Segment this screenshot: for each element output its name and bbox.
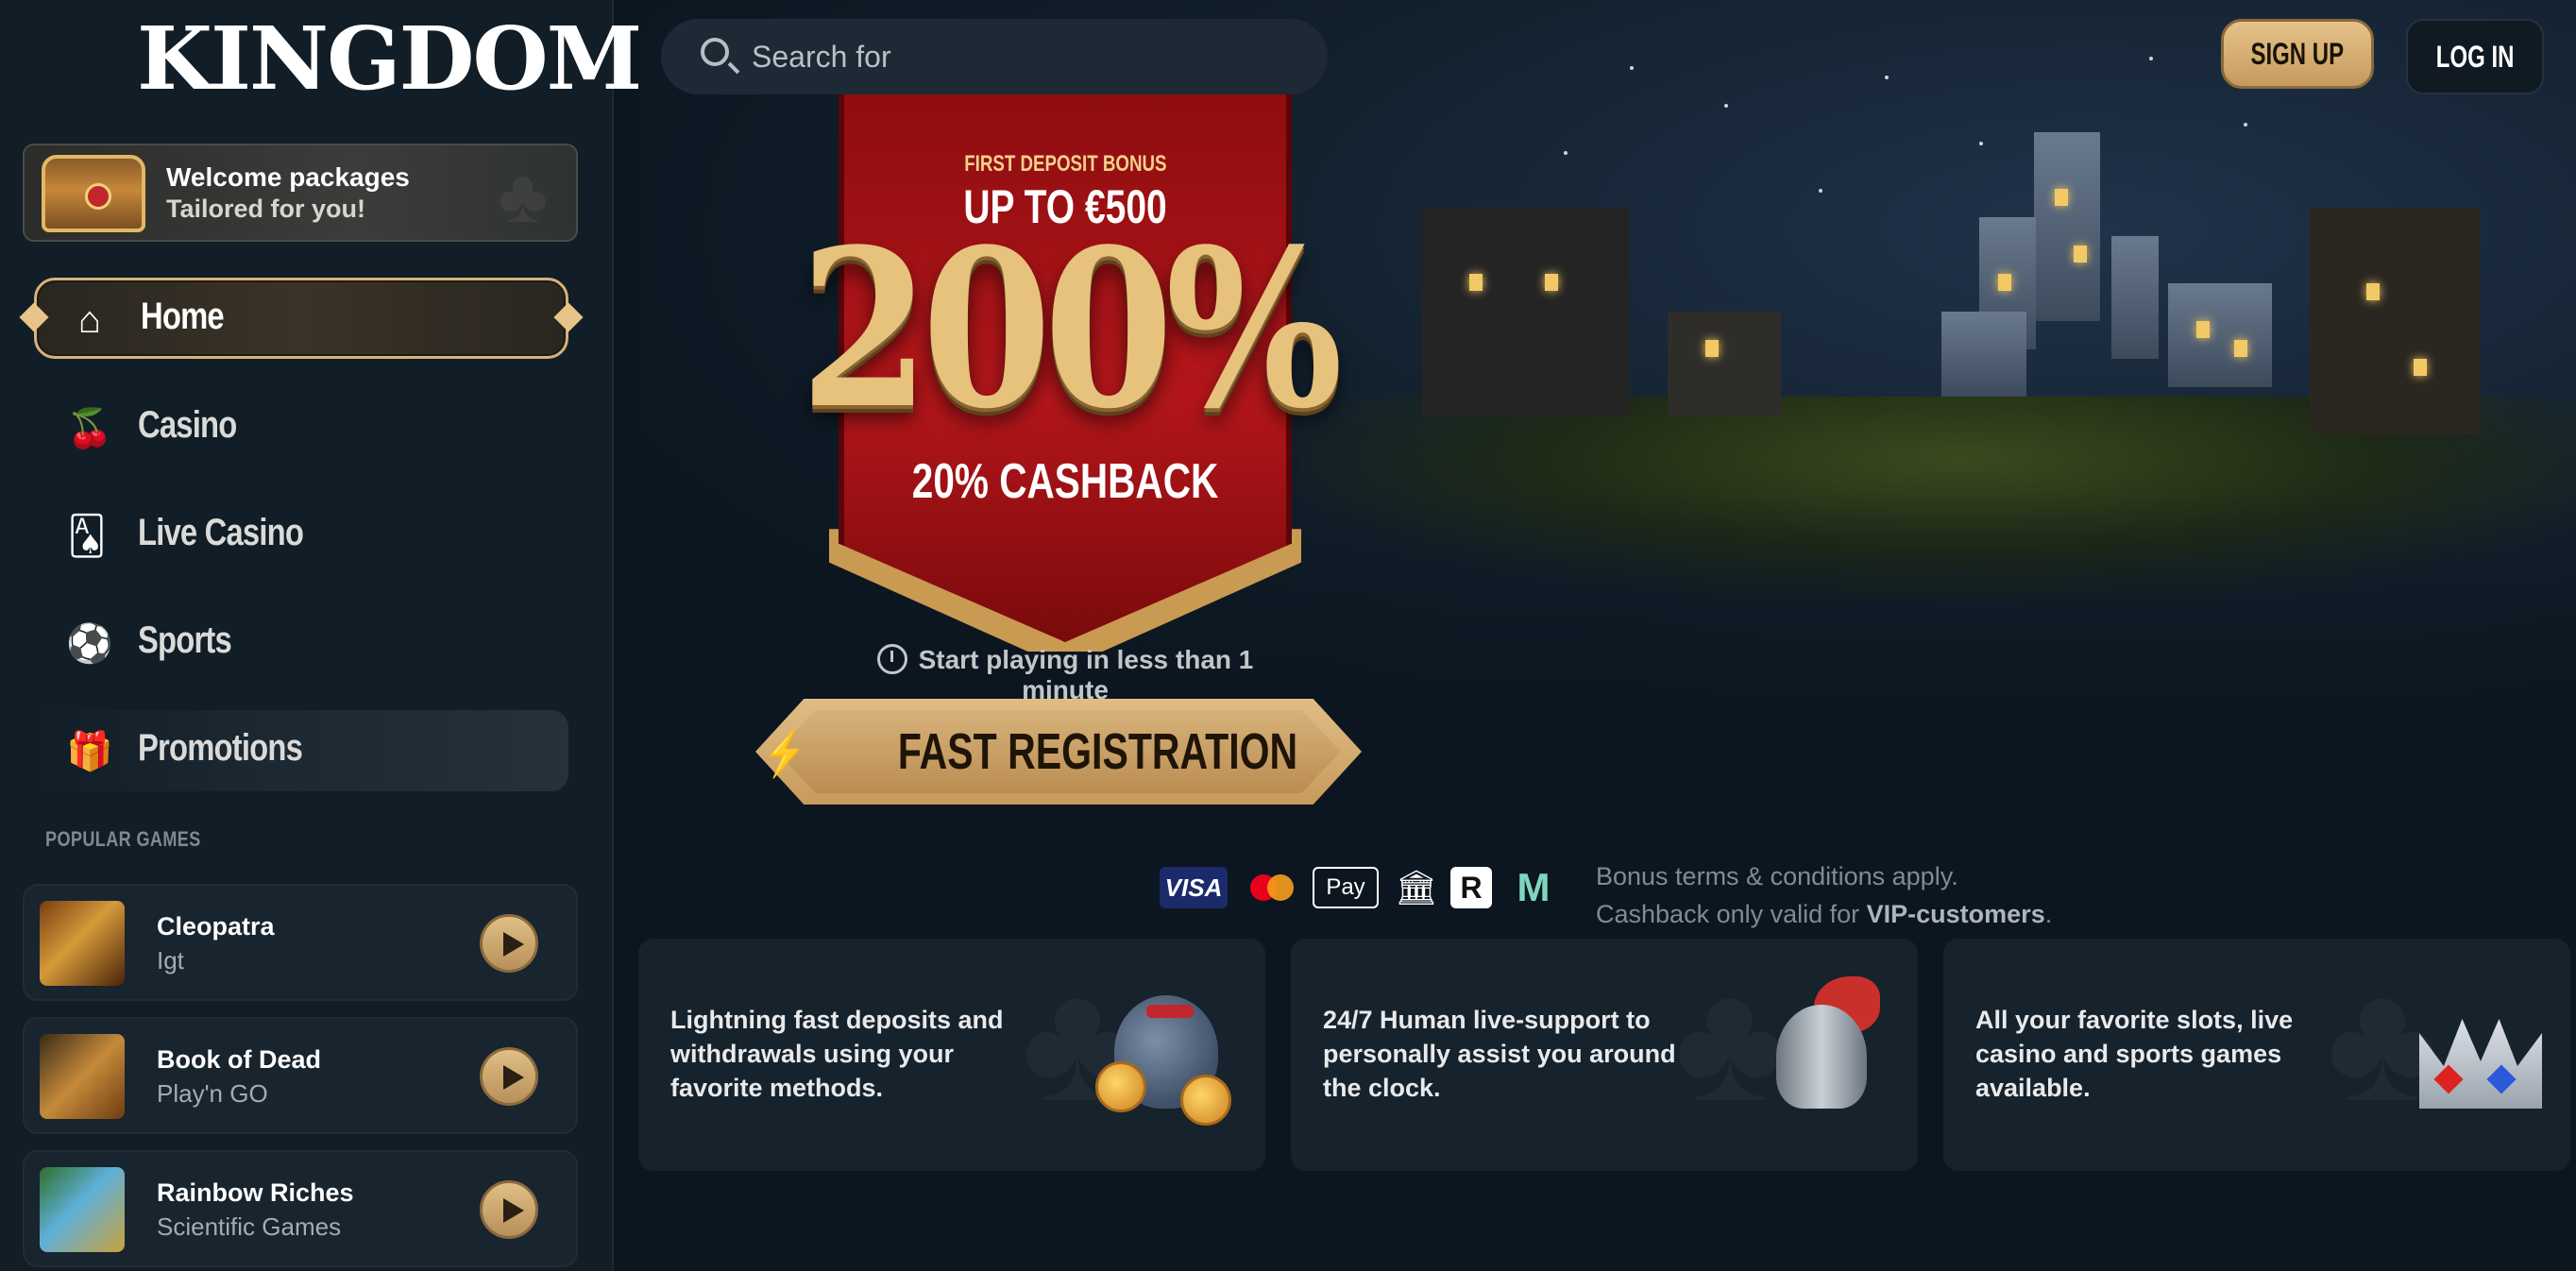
- castle-building: [2168, 283, 2272, 387]
- apple-pay-icon: Pay: [1313, 867, 1379, 908]
- knight-helmet-icon: [1748, 976, 1899, 1127]
- feature-text: Lightning fast deposits and withdrawals …: [670, 1006, 1004, 1102]
- play-button[interactable]: [480, 1180, 538, 1239]
- clock-icon: [876, 644, 907, 674]
- popular-games-heading: POPULAR GAMES: [45, 827, 201, 851]
- play-button[interactable]: [480, 1047, 538, 1106]
- nav-label: Casino: [138, 404, 237, 446]
- crown-icon: [2400, 976, 2551, 1127]
- game-provider: Play'n GO: [157, 1079, 268, 1108]
- nav-item-promotions[interactable]: 🎁 Promotions: [34, 710, 568, 791]
- welcome-packages-card[interactable]: Welcome packages Tailored for you! ♣: [23, 144, 578, 242]
- bonus-terms: Bonus terms & conditions apply. Cashback…: [1596, 857, 2052, 933]
- sign-up-label: SIGN UP: [2250, 37, 2345, 71]
- visa-icon: VISA: [1160, 867, 1228, 908]
- nav-label: Sports: [138, 619, 232, 661]
- feature-card-games: ♣ All your favorite slots, live casino a…: [1943, 939, 2570, 1171]
- nav-label: Promotions: [138, 727, 303, 769]
- muchbetter-icon: M: [1517, 865, 1551, 909]
- home-icon: ⌂: [77, 299, 102, 341]
- village-house: [1422, 208, 1630, 415]
- welcome-title: Welcome packages: [166, 162, 410, 192]
- cards-icon: 🂡: [67, 516, 107, 557]
- play-button[interactable]: [480, 914, 538, 973]
- treasure-chest-icon: [42, 155, 145, 232]
- terms-line-1: Bonus terms & conditions apply.: [1596, 862, 1958, 890]
- log-in-button[interactable]: LOG IN: [2406, 19, 2544, 94]
- kingdom-logo[interactable]: KINGDOM: [137, 11, 642, 106]
- game-title: Cleopatra: [157, 912, 275, 941]
- clover-decor-icon: ♣: [498, 154, 549, 238]
- search-bar[interactable]: [661, 19, 1328, 94]
- revolut-icon: R: [1450, 867, 1492, 908]
- nav-label: Live Casino: [138, 512, 304, 553]
- mastercard-icon: [1246, 867, 1299, 908]
- game-thumbnail: [40, 1167, 125, 1252]
- sidebar: KINGDOM Welcome packages Tailored for yo…: [0, 0, 642, 1271]
- game-title: Rainbow Riches: [157, 1178, 354, 1207]
- feature-card-support: ♣ 24/7 Human live-support to personally …: [1291, 939, 1918, 1171]
- nav-label: Home: [141, 296, 225, 337]
- terms-line-2: Cashback only valid for VIP-customers.: [1596, 900, 2053, 928]
- game-provider: Scientific Games: [157, 1212, 342, 1241]
- nav-item-live-casino[interactable]: 🂡 Live Casino: [34, 495, 568, 576]
- feature-text: 24/7 Human live-support to personally as…: [1323, 1006, 1676, 1102]
- game-card-book-of-dead[interactable]: Book of Dead Play'n GO: [23, 1017, 578, 1134]
- game-provider: Igt: [157, 946, 184, 974]
- game-card-cleopatra[interactable]: Cleopatra Igt: [23, 884, 578, 1001]
- bonus-percent: 200%: [799, 202, 1343, 457]
- gift-icon: 🎁: [66, 731, 113, 772]
- diamond-decor-icon: [19, 302, 49, 332]
- search-icon: [701, 38, 729, 66]
- bonus-cashback: 20% CASHBACK: [911, 454, 1219, 509]
- soccer-ball-icon: ⚽: [66, 623, 113, 665]
- log-in-label: LOG IN: [2435, 40, 2515, 74]
- diamond-decor-icon: [553, 302, 584, 332]
- welcome-subtitle: Tailored for you!: [166, 195, 366, 223]
- lightning-bolt-icon: ⚡: [762, 729, 806, 779]
- village-house: [1668, 312, 1781, 415]
- first-deposit-label: FIRST DEPOSIT BONUS: [963, 151, 1167, 177]
- castle-building: [1941, 312, 2026, 397]
- game-card-rainbow-riches[interactable]: Rainbow Riches Scientific Games: [23, 1150, 578, 1267]
- castle-tower: [2111, 236, 2159, 359]
- nav-item-casino[interactable]: 🍒 Casino: [34, 387, 568, 468]
- money-bag-icon: [1095, 976, 1246, 1127]
- game-thumbnail: [40, 901, 125, 986]
- nav-item-sports[interactable]: ⚽ Sports: [34, 602, 568, 684]
- feature-text: All your favorite slots, live casino and…: [1975, 1006, 2294, 1102]
- game-thumbnail: [40, 1034, 125, 1119]
- fast-registration-label[interactable]: ⚡ FAST REGISTRATION: [755, 710, 1362, 793]
- cherries-icon: 🍒: [66, 408, 113, 449]
- castle-tower: [2034, 132, 2100, 321]
- sign-up-button[interactable]: SIGN UP: [2221, 19, 2374, 89]
- game-title: Book of Dead: [157, 1045, 322, 1074]
- start-playing-note: Start playing in less than 1 minute: [839, 644, 1292, 705]
- village-house: [2310, 208, 2480, 434]
- search-input[interactable]: [752, 32, 1299, 81]
- nav-item-home[interactable]: ⌂ Home: [19, 278, 584, 359]
- feature-card-deposits: ♣ Lightning fast deposits and withdrawal…: [638, 939, 1265, 1171]
- start-playing-text: Start playing in less than 1 minute: [918, 645, 1254, 704]
- bank-transfer-icon: 🏛: [1395, 868, 1438, 907]
